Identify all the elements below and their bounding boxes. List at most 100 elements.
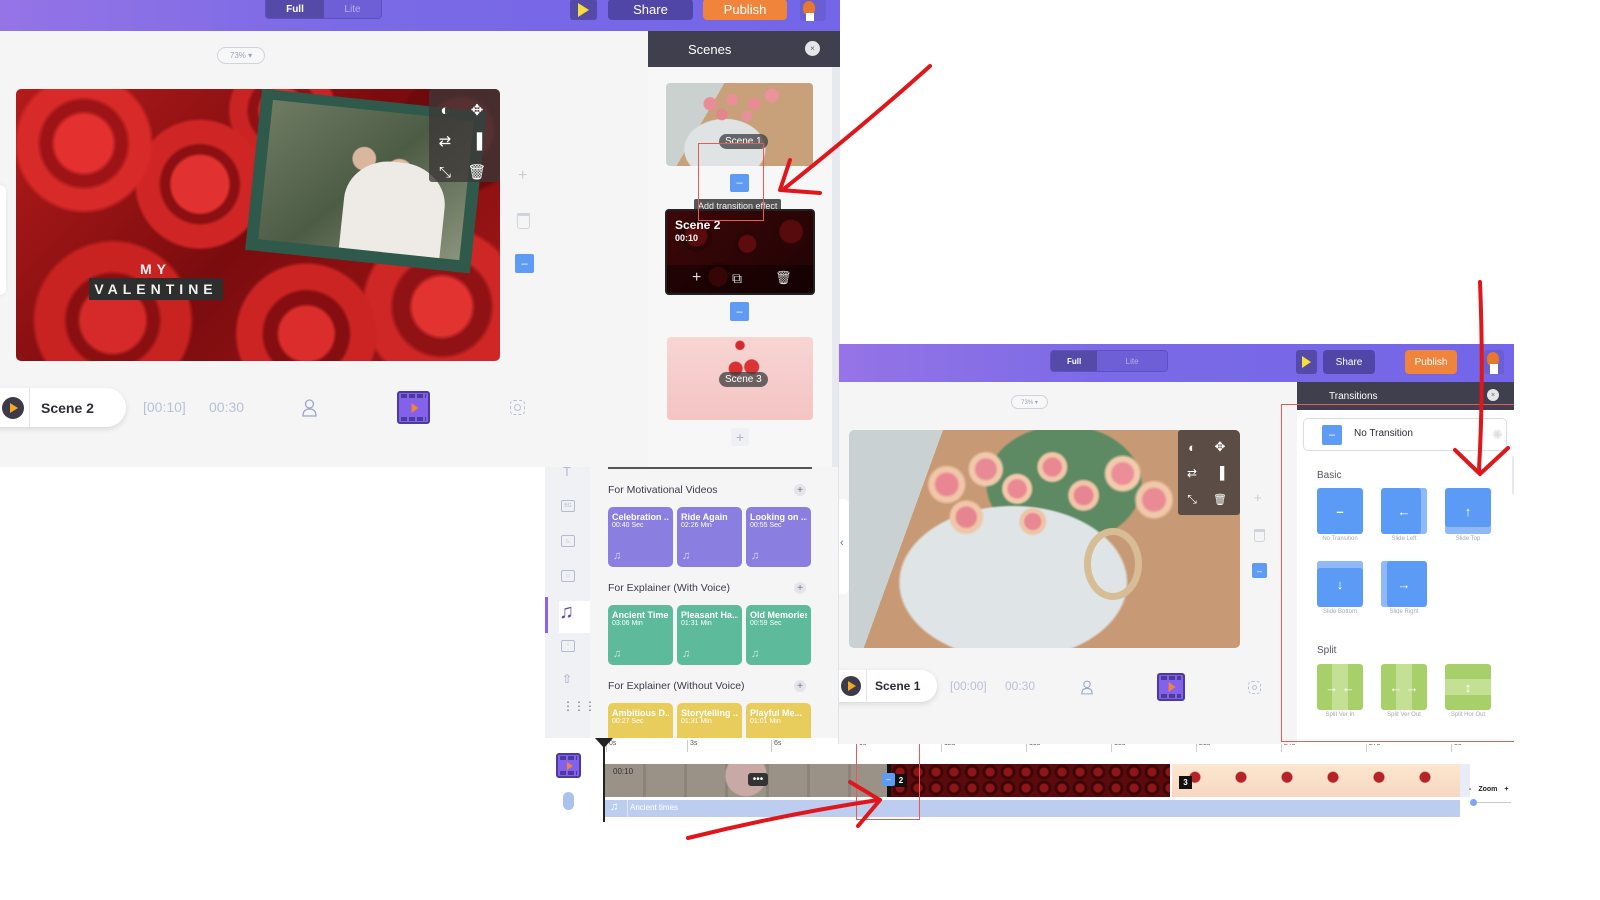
timeline-scene-3[interactable] bbox=[1172, 764, 1460, 797]
add-scene-button[interactable]: + bbox=[731, 428, 749, 446]
color-filter-icon[interactable]: ◐ bbox=[1183, 438, 1201, 456]
more-icon[interactable]: ⋮⋮⋮ bbox=[562, 700, 596, 712]
publish-button[interactable]: Publish bbox=[1405, 350, 1457, 374]
zoom-in-button[interactable]: + bbox=[1504, 786, 1508, 793]
music-track[interactable]: Ancient Times 03:06 Min ♫ bbox=[608, 605, 673, 665]
category-title: For Motivational Videos bbox=[608, 484, 718, 496]
timeline-scene-2[interactable] bbox=[891, 764, 1170, 797]
element-tools-panel: ◐ ✥ ⇄ ▐ ⤡ 🗑 bbox=[429, 89, 500, 182]
title-text-valentine[interactable]: VALENTINE bbox=[89, 278, 223, 300]
publish-button[interactable]: Publish bbox=[703, 0, 787, 20]
mode-full-button[interactable]: Full bbox=[1051, 351, 1098, 371]
music-track[interactable]: Storytelling ... 01:31 Min bbox=[677, 703, 742, 741]
add-scene-after-icon[interactable]: + bbox=[692, 269, 701, 287]
add-element-icon[interactable]: + bbox=[1254, 490, 1262, 505]
shrink-icon[interactable]: ⤡ bbox=[1183, 490, 1201, 508]
delete-scene-icon[interactable] bbox=[517, 213, 530, 229]
screenshot-icon[interactable] bbox=[1248, 681, 1261, 694]
scenes-panel-title: Scenes bbox=[688, 41, 732, 57]
scene-thumbnail-3[interactable]: Scene 3 bbox=[667, 337, 813, 420]
music-track[interactable]: Old Memories 00:59 Sec ♫ bbox=[746, 605, 811, 665]
move-icon[interactable]: ✥ bbox=[468, 101, 486, 119]
effects-icon[interactable]: ⁺ bbox=[561, 640, 575, 652]
background-icon[interactable]: BG bbox=[561, 500, 575, 512]
scene-canvas[interactable]: MY VALENTINE ◐ ✥ ⇄ ▐ ⤡ 🗑 bbox=[16, 89, 500, 361]
zoom-slider-handle[interactable] bbox=[1470, 799, 1477, 806]
zoom-level-dropdown[interactable]: 73% ▾ bbox=[1011, 395, 1048, 409]
music-track[interactable]: Celebration ... 00:40 Sec ♫ bbox=[608, 507, 673, 567]
playhead[interactable] bbox=[595, 738, 613, 822]
mode-full-button[interactable]: Full bbox=[266, 0, 324, 18]
delete-scene-icon[interactable] bbox=[1254, 529, 1265, 542]
music-track[interactable]: Looking on ... 00:55 Sec ♫ bbox=[746, 507, 811, 567]
delete-scene-icon[interactable]: 🗑 bbox=[775, 270, 792, 286]
duplicate-scene-icon[interactable]: ⧉ bbox=[732, 270, 742, 287]
scene-canvas[interactable]: ◐ ✥ ⇄ ▐ ⤡ 🗑 bbox=[849, 430, 1240, 648]
music-icon[interactable]: ♫ bbox=[559, 601, 590, 633]
zoom-out-button[interactable]: - bbox=[1469, 786, 1471, 793]
close-scenes-panel-button[interactable]: × bbox=[805, 41, 820, 56]
share-button[interactable]: Share bbox=[1323, 350, 1375, 374]
transition-button[interactable]: – bbox=[515, 254, 534, 273]
video-track-icon[interactable] bbox=[556, 753, 581, 778]
title-text-my[interactable]: MY bbox=[140, 261, 171, 277]
zoom-level-dropdown[interactable]: 73% ▾ bbox=[217, 47, 265, 64]
text-icon[interactable]: T bbox=[563, 467, 571, 479]
collapse-chevron-icon[interactable]: ‹ bbox=[840, 537, 844, 549]
user-avatar[interactable] bbox=[800, 0, 826, 21]
music-note-icon: ♫ bbox=[610, 801, 619, 813]
character-icon[interactable] bbox=[1081, 680, 1093, 695]
transition-button[interactable]: – bbox=[1252, 563, 1267, 578]
play-icon bbox=[10, 402, 18, 413]
user-avatar[interactable] bbox=[1484, 350, 1504, 374]
scene-selector[interactable]: Scene 2 bbox=[0, 388, 126, 427]
character-icon[interactable] bbox=[302, 399, 317, 417]
move-icon[interactable]: ✥ bbox=[1211, 438, 1229, 456]
color-filter-icon[interactable]: ◐ bbox=[436, 101, 454, 119]
music-track[interactable]: Pleasant Ha... 01:31 Min ♫ bbox=[677, 605, 742, 665]
screenshot-icon[interactable] bbox=[510, 400, 525, 415]
music-track[interactable]: Playful Me... 01:01 Min bbox=[746, 703, 811, 741]
play-scene-button[interactable] bbox=[2, 396, 24, 419]
mode-toggle[interactable]: Full Lite bbox=[1050, 350, 1168, 372]
scene-options-button[interactable]: ••• bbox=[748, 773, 768, 786]
video-icon[interactable]: ▭ bbox=[561, 570, 575, 582]
add-category-button[interactable]: + bbox=[794, 582, 806, 594]
shrink-icon[interactable]: ⤡ bbox=[436, 163, 454, 181]
share-button[interactable]: Share bbox=[608, 0, 693, 20]
preview-play-button[interactable] bbox=[570, 0, 597, 20]
delete-icon[interactable]: 🗑 bbox=[467, 163, 486, 181]
add-category-button[interactable]: + bbox=[794, 680, 806, 692]
opacity-icon[interactable]: ▐ bbox=[1211, 464, 1229, 482]
add-category-button[interactable]: + bbox=[794, 484, 806, 496]
video-scene-icon[interactable] bbox=[397, 391, 430, 424]
preview-play-button[interactable] bbox=[1296, 350, 1317, 374]
video-scene-icon[interactable] bbox=[1157, 673, 1185, 701]
play-scene-button[interactable] bbox=[841, 676, 861, 696]
close-transitions-panel-button[interactable]: × bbox=[1487, 389, 1499, 401]
zoom-slider[interactable] bbox=[1471, 802, 1511, 803]
upload-icon[interactable]: ⇧ bbox=[562, 672, 572, 686]
current-scene-name: Scene 1 bbox=[875, 679, 921, 693]
scene-selector[interactable]: Scene 1 bbox=[839, 670, 937, 702]
add-element-icon[interactable]: + bbox=[518, 167, 527, 185]
timeline-scene-1[interactable]: 00:10 ••• bbox=[605, 764, 887, 797]
music-track[interactable]: Ride Again 02:26 Min ♫ bbox=[677, 507, 742, 567]
mode-lite-button[interactable]: Lite bbox=[324, 0, 381, 18]
mode-toggle[interactable]: Full Lite bbox=[265, 0, 382, 19]
scene-thumbnail-2[interactable]: Scene 2 00:10 + ⧉ 🗑 bbox=[665, 209, 815, 295]
microphone-icon[interactable] bbox=[563, 792, 574, 810]
swap-icon[interactable]: ⇄ bbox=[436, 132, 454, 150]
scene-3-badge: 3 bbox=[1179, 776, 1192, 789]
mode-lite-button[interactable]: Lite bbox=[1097, 351, 1167, 371]
current-time: [00:10] bbox=[143, 399, 186, 415]
audio-track-bar[interactable]: ♫ Ancient times bbox=[605, 800, 1460, 817]
left-drawer-handle[interactable] bbox=[0, 185, 6, 295]
opacity-icon[interactable]: ▐ bbox=[468, 132, 486, 150]
add-transition-button-2[interactable]: – bbox=[730, 302, 749, 321]
left-drawer-handle[interactable]: ‹ bbox=[839, 499, 849, 594]
swap-icon[interactable]: ⇄ bbox=[1183, 464, 1201, 482]
music-track[interactable]: Ambitious D... 00:27 Sec bbox=[608, 703, 673, 741]
image-icon[interactable]: ◺ bbox=[561, 535, 575, 547]
delete-icon[interactable]: 🗑 bbox=[1211, 490, 1229, 508]
